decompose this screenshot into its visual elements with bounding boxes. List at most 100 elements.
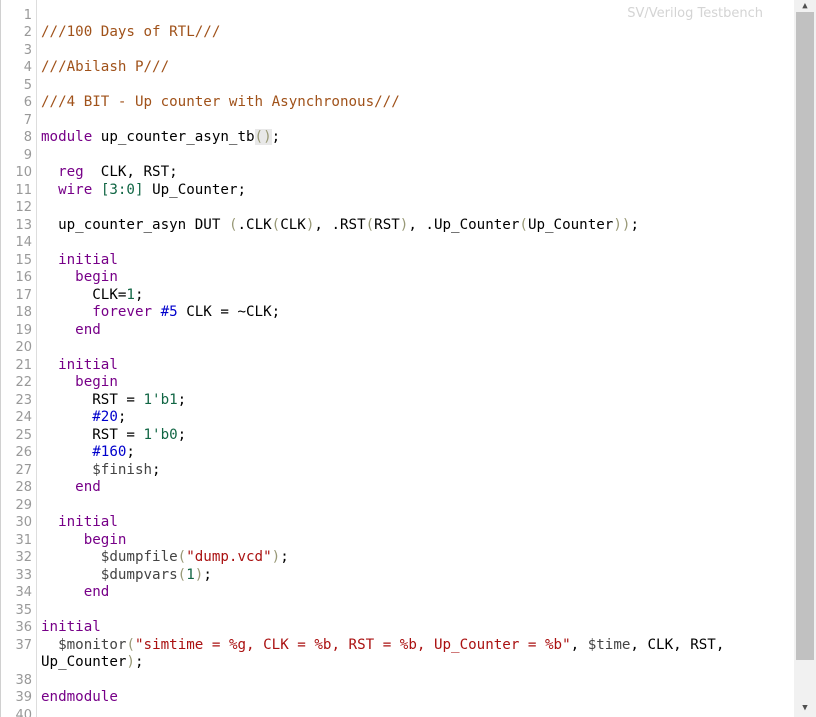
delay: #160 (92, 444, 127, 460)
code-text: RST = (92, 392, 144, 408)
code-line: ///Abilash P/// (41, 59, 170, 75)
bracket: ) (126, 654, 135, 670)
scroll-up-arrow-icon[interactable]: ▲ (794, 0, 816, 12)
bracket: ( (126, 637, 135, 653)
code-line-wrapped: Up_Counter); (41, 654, 144, 670)
keyword: begin (83, 532, 127, 548)
system-task: $finish (92, 462, 153, 478)
code-line: begin (41, 374, 118, 390)
line-number: 29 (15, 498, 32, 513)
line-number: 19 (15, 323, 32, 338)
code-line: $monitor("simtime = %g, CLK = %b, RST = … (41, 637, 724, 653)
code-line: CLK=1; (41, 287, 143, 303)
line-number: 39 (15, 690, 32, 705)
line-number: 34 (15, 585, 32, 600)
number: 1'b0 (143, 427, 178, 443)
line-number: 30 (15, 515, 32, 530)
bracket: ( (519, 217, 528, 233)
system-task: $dumpfile (100, 549, 178, 565)
code-line: up_counter_asyn DUT (.CLK(CLK), .RST(RST… (41, 217, 639, 233)
line-number: 31 (15, 533, 32, 548)
keyword: module (41, 129, 93, 145)
line-number: 38 (15, 673, 32, 688)
code-line: wire [3:0] Up_Counter; (41, 182, 246, 198)
code-text: CLK = ~CLK; (177, 304, 281, 320)
code-text: Up_Counter (527, 217, 614, 233)
code-line: initial (41, 619, 101, 635)
code-line: $dumpfile("dump.vcd"); (41, 549, 289, 565)
vertical-scrollbar[interactable]: ▲ ▼ (794, 0, 816, 717)
code-text: ; (134, 654, 144, 670)
string-literal: "simtime = %g, CLK = %b, RST = %b, Up_Co… (134, 637, 571, 653)
line-number: 33 (15, 568, 32, 583)
line-number: 18 (15, 305, 32, 320)
code-text: Up_Counter (41, 654, 127, 670)
keyword: initial (58, 514, 118, 530)
language-label: SV/Verilog Testbench (627, 6, 763, 21)
line-number: 8 (23, 130, 32, 145)
keyword: endmodule (41, 689, 118, 705)
code-line: RST = 1'b1; (41, 392, 186, 408)
line-number: 26 (15, 445, 32, 460)
line-number: 37 (15, 638, 32, 653)
code-line: endmodule (41, 689, 118, 705)
bracket: ( (365, 217, 375, 233)
code-text: ; (280, 549, 289, 565)
code-line: $finish; (41, 462, 160, 478)
code-editor[interactable]: SV/Verilog Testbench 1 2 ///100 Days of … (0, 0, 795, 717)
line-number: 23 (15, 393, 32, 408)
line-number: 20 (15, 340, 32, 355)
bracket: ) (263, 129, 272, 145)
line-number: 4 (23, 60, 32, 75)
code-line: begin (41, 269, 118, 285)
code-text: up_counter_asyn_tb (92, 129, 255, 145)
code-text: RST (374, 217, 400, 233)
line-number: 6 (23, 95, 32, 110)
line-number: 13 (15, 218, 32, 233)
bracket: ) (613, 217, 622, 233)
code-text: ; (117, 409, 127, 425)
line-number: 17 (15, 288, 32, 303)
code-text: , CLK, RST, (630, 637, 725, 653)
code-line: forever #5 CLK = ~CLK; (41, 304, 280, 320)
system-task: $dumpvars (100, 567, 178, 583)
bracket: ( (254, 129, 264, 145)
line-number: 27 (15, 463, 32, 478)
string-literal: "dump.vcd" (186, 549, 272, 565)
line-number: 9 (23, 148, 32, 163)
keyword: reg (58, 164, 84, 180)
line-number: 21 (15, 358, 32, 373)
code-line: RST = 1'b0; (41, 427, 186, 443)
code-line: ///4 BIT - Up counter with Asynchronous/… (41, 94, 400, 110)
number: 1 (186, 567, 195, 583)
line-number: 32 (15, 550, 32, 565)
code-line: begin (41, 532, 127, 548)
number: 1'b1 (143, 392, 178, 408)
code-text: ; (203, 567, 212, 583)
code-text: RST = (92, 427, 144, 443)
code-text: .CLK (237, 217, 272, 233)
keyword: forever (92, 304, 153, 320)
code-text: ; (177, 427, 187, 443)
bracket: ) (271, 549, 281, 565)
code-line: #160; (41, 444, 135, 460)
scroll-down-arrow-icon[interactable]: ▼ (794, 701, 816, 715)
code-line: end (41, 479, 101, 495)
line-number: 24 (15, 410, 32, 425)
line-number: 3 (23, 43, 32, 58)
code-text: Up_Counter; (143, 182, 247, 198)
code-text: ; (126, 444, 135, 460)
line-number: 25 (15, 428, 32, 443)
code-line: reg CLK, RST; (41, 164, 178, 180)
line-number: 12 (15, 200, 32, 215)
number: 1 (126, 287, 135, 303)
code-text: ; (271, 129, 281, 145)
code-line: $dumpvars(1); (41, 567, 212, 583)
keyword: end (75, 479, 101, 495)
code-line: initial (41, 252, 118, 268)
code-text: up_counter_asyn DUT (58, 217, 229, 233)
line-number: 16 (15, 270, 32, 285)
scrollbar-thumb[interactable] (796, 12, 814, 660)
keyword: initial (58, 357, 118, 373)
code-text: , .RST (314, 217, 366, 233)
